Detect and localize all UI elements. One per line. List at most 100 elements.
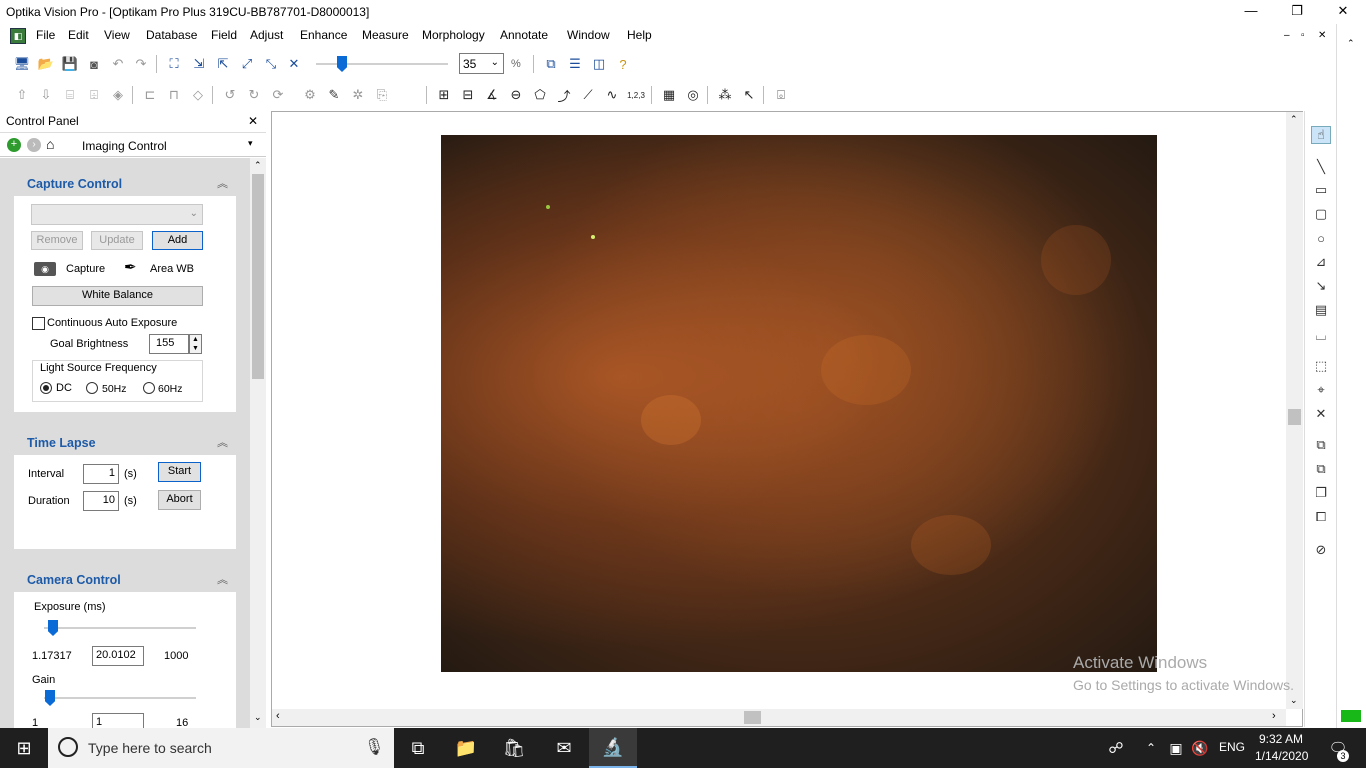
notification-center-icon[interactable]: 🗨 — [1318, 728, 1358, 768]
scroll-up-icon[interactable]: ⌃ — [254, 160, 262, 171]
undo-icon[interactable]: ↶ — [108, 54, 128, 74]
frame-icon[interactable]: ⌹ — [84, 85, 104, 105]
clock-time[interactable]: 9:32 AM — [1259, 732, 1303, 746]
profile-icon[interactable]: ∿ — [602, 85, 622, 105]
group-icon[interactable]: ❐ — [1311, 484, 1331, 502]
60hz-radio[interactable] — [143, 382, 155, 394]
gain-slider-thumb[interactable] — [45, 690, 55, 706]
crop-icon[interactable]: ⌸ — [60, 85, 80, 105]
restore-button[interactable]: ❐ — [1274, 0, 1320, 24]
menu-edit[interactable]: Edit — [68, 28, 89, 42]
menu-annotate[interactable]: Annotate — [500, 28, 548, 42]
dc-radio[interactable] — [40, 382, 52, 394]
control-panel-combo[interactable]: + › ⌂ Imaging Control ▾ — [0, 134, 266, 157]
text-box-icon[interactable]: ▤ — [1311, 301, 1331, 319]
open-folder-icon[interactable]: 📂 — [36, 54, 56, 74]
language-indicator[interactable]: ENG — [1219, 740, 1245, 754]
menu-window[interactable]: Window — [567, 28, 610, 42]
network-icon[interactable]: ▣ — [1164, 728, 1188, 768]
cascade-windows-icon[interactable]: ⧉ — [541, 54, 561, 74]
send-back-icon[interactable]: ⧉ — [1311, 460, 1331, 478]
rotate-right-90-icon[interactable]: ↻ — [244, 85, 264, 105]
menu-file[interactable]: File — [36, 28, 55, 42]
windows-start-icon[interactable]: ⊞ — [0, 728, 48, 768]
interval-input[interactable]: 1 — [83, 464, 119, 484]
forward-circle-icon[interactable]: › — [27, 138, 41, 152]
line-tool-icon[interactable]: ⟋ — [578, 85, 598, 105]
mdi-close-button[interactable]: ✕ — [1318, 30, 1326, 41]
scatter-icon[interactable]: ⁂ — [715, 85, 735, 105]
zoom-fit-icon[interactable]: ⤡ — [261, 54, 281, 74]
count-icon[interactable]: 1,2,3 — [626, 85, 646, 105]
zoom-slider-thumb[interactable] — [337, 56, 347, 72]
tile-vertical-icon[interactable]: ◫ — [589, 54, 609, 74]
measure-icon[interactable]: ⊟ — [458, 85, 478, 105]
scrollbar-thumb[interactable] — [1288, 409, 1301, 425]
time-lapse-header[interactable]: Time Lapse ︽ — [14, 429, 236, 455]
gain-input[interactable]: 1 — [92, 713, 144, 728]
copy-icon[interactable]: ⎘ — [372, 85, 392, 105]
camera-icon[interactable]: ◉ — [34, 262, 56, 276]
minimize-button[interactable]: — — [1228, 0, 1274, 24]
menu-help[interactable]: Help — [627, 28, 652, 42]
cog-icon[interactable]: ✲ — [348, 85, 368, 105]
goal-brightness-spinner[interactable]: ▲ ▼ — [189, 334, 202, 354]
eyedropper-icon[interactable]: ✒ — [124, 258, 137, 276]
close-button[interactable]: ✕ — [1320, 0, 1366, 24]
control-panel-close-icon[interactable]: ✕ — [248, 114, 258, 128]
store-icon[interactable]: 🛍 — [490, 728, 538, 768]
hand-pointer-icon[interactable]: ☝ — [1311, 126, 1331, 144]
line-icon[interactable]: ╲ — [1311, 158, 1331, 176]
camera-control-header[interactable]: Camera Control ︽ — [14, 566, 236, 592]
menu-enhance[interactable]: Enhance — [300, 28, 347, 42]
align-left-icon[interactable]: ⊏ — [140, 85, 160, 105]
workspace-vertical-scrollbar[interactable]: ⌃ ⌄ — [1286, 112, 1303, 709]
gain-slider-track[interactable] — [44, 697, 196, 699]
abort-button[interactable]: Abort — [158, 490, 201, 510]
ellipse-measure-icon[interactable]: ⊖ — [506, 85, 526, 105]
zoom-shrink-icon[interactable]: ⇲ — [189, 54, 209, 74]
pen-icon[interactable]: ✎ — [324, 85, 344, 105]
zoom-combo[interactable]: 35 ⌄ — [459, 53, 504, 74]
ungroup-icon[interactable]: ⧠ — [1311, 508, 1331, 526]
camera-icon[interactable]: ◙ — [84, 54, 104, 74]
capture-preset-select[interactable]: ⌄ — [31, 204, 203, 225]
polyline-icon[interactable]: ⊿ — [1311, 253, 1331, 271]
exposure-slider-thumb[interactable] — [48, 620, 58, 636]
diamond-icon[interactable]: ◈ — [108, 85, 128, 105]
area-wb-label[interactable]: Area WB — [150, 263, 194, 275]
arrow-up-icon[interactable]: ⇧ — [12, 85, 32, 105]
full-screen-icon[interactable]: ✕ — [284, 54, 304, 74]
menu-field[interactable]: Field — [211, 28, 237, 42]
collapse-icon[interactable]: ︽ — [217, 434, 228, 450]
menu-morphology[interactable]: Morphology — [422, 28, 485, 42]
polygon-icon[interactable]: ⬠ — [530, 85, 550, 105]
menu-measure[interactable]: Measure — [362, 28, 409, 42]
menu-view[interactable]: View — [104, 28, 130, 42]
bring-front-icon[interactable]: ⧉ — [1311, 436, 1331, 454]
duration-input[interactable]: 10 — [83, 491, 119, 511]
grid-icon[interactable]: ▦ — [659, 85, 679, 105]
fit-window-icon[interactable]: ⛶ — [164, 54, 184, 74]
goal-brightness-input[interactable]: 155 — [149, 334, 189, 354]
capture-control-header[interactable]: Capture Control ︽ — [14, 170, 236, 196]
zoom-actual-icon[interactable]: ⤢ — [237, 54, 257, 74]
settings-gear-icon[interactable]: ⚙ — [300, 85, 320, 105]
clock-date[interactable]: 1/14/2020 — [1255, 749, 1308, 763]
scrollbar-thumb[interactable] — [252, 174, 264, 379]
optika-app-icon[interactable]: 🔬 — [589, 728, 637, 768]
angle-icon[interactable]: ∡ — [482, 85, 502, 105]
white-balance-button[interactable]: White Balance — [32, 286, 203, 306]
task-view-icon[interactable]: ⧉ — [394, 728, 442, 768]
start-button[interactable]: Start — [158, 462, 201, 482]
control-panel-scrollbar[interactable]: ⌃ ⌄ — [250, 158, 266, 728]
scroll-up-icon[interactable]: ⌃ — [1290, 114, 1298, 125]
eraser-icon[interactable]: ◇ — [188, 85, 208, 105]
scroll-left-icon[interactable]: ‹ — [276, 710, 280, 722]
menu-database[interactable]: Database — [146, 28, 197, 42]
scroll-down-icon[interactable]: ⌄ — [1290, 695, 1298, 706]
mail-icon[interactable]: ✉ — [540, 728, 588, 768]
pointer-icon[interactable]: ↖ — [739, 85, 759, 105]
help-icon[interactable]: ? — [613, 54, 633, 74]
exposure-input[interactable]: 20.0102 — [92, 646, 144, 666]
